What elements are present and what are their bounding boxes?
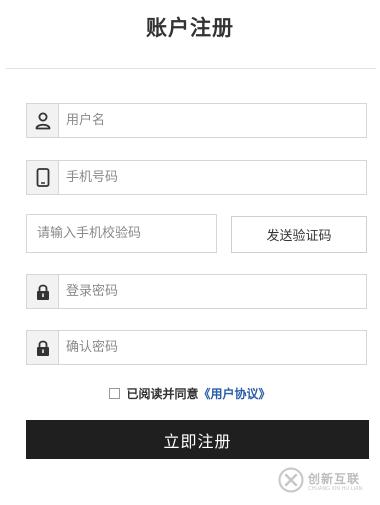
confirm-password-field — [26, 330, 367, 365]
user-icon — [27, 104, 59, 137]
user-agreement-link[interactable]: 《用户协议》 — [199, 385, 271, 402]
phone-input[interactable] — [66, 161, 356, 194]
agreement-row: 已阅读并同意 《用户协议》 — [0, 385, 380, 402]
login-password-input[interactable] — [66, 275, 356, 308]
agreement-text: 已阅读并同意 — [126, 387, 199, 401]
register-button[interactable]: 立即注册 — [26, 420, 369, 459]
confirm-password-input[interactable] — [66, 331, 356, 364]
watermark-subtitle: CHUANG XIN HU LIAN — [308, 485, 363, 492]
watermark-brand: 创新互联 — [308, 471, 361, 486]
agreement-checkbox[interactable] — [109, 388, 121, 399]
lock-icon — [27, 331, 59, 364]
lock-icon — [27, 275, 59, 308]
login-password-field — [26, 274, 367, 309]
phone-field — [26, 160, 367, 195]
mobile-phone-icon — [27, 161, 59, 194]
title-divider — [6, 68, 376, 69]
verification-code-input[interactable] — [37, 215, 207, 252]
send-code-button[interactable]: 发送验证码 — [231, 216, 367, 253]
logo-icon — [278, 467, 304, 497]
username-input[interactable] — [66, 104, 356, 137]
verification-code-field — [26, 214, 217, 253]
username-field — [26, 103, 367, 138]
page-title: 账户注册 — [146, 16, 234, 40]
watermark: 创新互联 CHUANG XIN HU LIAN — [278, 466, 378, 498]
